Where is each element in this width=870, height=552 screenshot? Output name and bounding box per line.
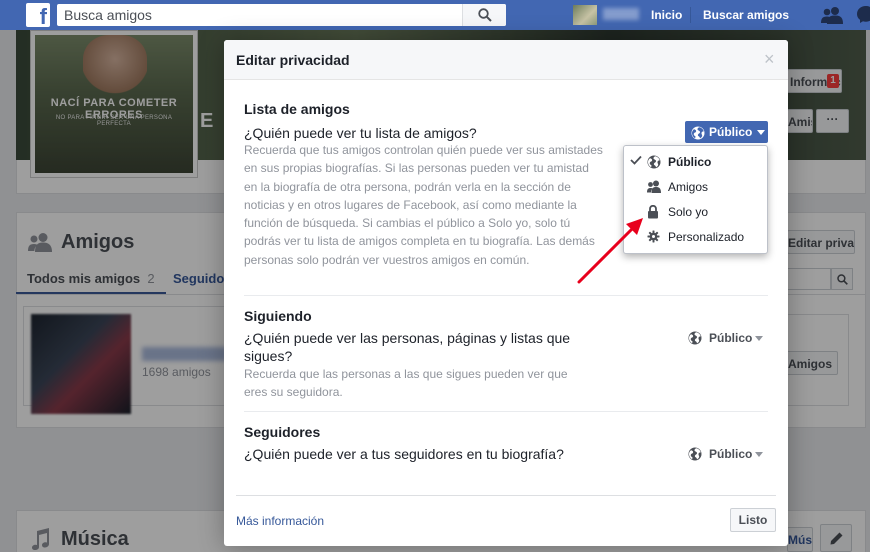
dialog-title: Editar privacidad [236,52,350,68]
following-section-title: Siguiendo [244,308,312,324]
messages-icon[interactable] [857,6,870,24]
search-icon [478,8,492,22]
lock-icon [648,205,658,219]
close-icon[interactable]: × [764,49,775,70]
search-input[interactable] [57,4,457,26]
nav-divider [690,7,691,23]
chevron-down-icon [757,130,765,135]
section-divider [244,411,768,412]
user-name-blurred[interactable] [603,8,639,20]
friend-list-section-title: Lista de amigos [244,101,350,117]
globe-icon [688,447,702,461]
user-avatar[interactable] [573,5,597,25]
gear-icon [647,230,660,243]
friend-list-audience-selector[interactable]: Público [685,121,768,143]
top-navigation-bar: f Inicio Buscar amigos [0,0,870,30]
friend-requests-icon[interactable] [821,6,843,24]
friends-icon [647,180,661,193]
section-divider [244,295,768,296]
globe-icon [688,331,702,345]
checkmark-icon [630,155,642,165]
audience-option-label: Solo yo [668,205,709,219]
globe-icon [647,155,661,169]
footer-divider [236,495,776,496]
find-friends-link[interactable]: Buscar amigos [703,8,789,22]
home-link[interactable]: Inicio [651,8,682,22]
audience-option-label: Público [668,155,712,169]
globe-icon [691,126,705,140]
more-info-link[interactable]: Más información [236,514,324,528]
search-box [57,4,506,26]
audience-option-label: Personalizado [668,230,745,244]
followers-audience-label: Público [709,447,753,461]
audience-option-label: Amigos [668,180,709,194]
done-button[interactable]: Listo [730,508,776,532]
audience-option-custom[interactable]: Personalizado [624,226,767,248]
friend-list-audience-label: Público [709,125,753,139]
following-question: ¿Quién puede ver las personas, páginas y… [244,330,571,364]
following-description: Recuerda que las personas a las que sigu… [244,367,568,400]
dialog-header: Editar privacidad × [224,40,788,80]
audience-option-friends[interactable]: Amigos [624,176,767,198]
chevron-down-icon [755,452,763,457]
chevron-down-icon [755,336,763,341]
followers-question: ¿Quién puede ver a tus seguidores en tu … [244,446,564,462]
edit-privacy-dialog: Editar privacidad × Lista de amigos ¿Qui… [224,40,788,546]
audience-option-public[interactable]: Público [624,151,767,173]
audience-dropdown-menu: Público Amigos Solo yo Personalizado [623,145,768,254]
search-button[interactable] [462,4,506,26]
facebook-logo-icon[interactable]: f [26,3,50,29]
following-audience-label: Público [709,331,753,345]
friend-list-question: ¿Quién puede ver tu lista de amigos? [244,125,477,141]
friend-list-description: Recuerda que tus amigos controlan quién … [244,143,603,267]
followers-audience-selector[interactable]: Público [688,445,768,463]
followers-section-title: Seguidores [244,424,321,440]
audience-option-only-me[interactable]: Solo yo [624,201,767,223]
following-audience-selector[interactable]: Público [688,329,768,347]
